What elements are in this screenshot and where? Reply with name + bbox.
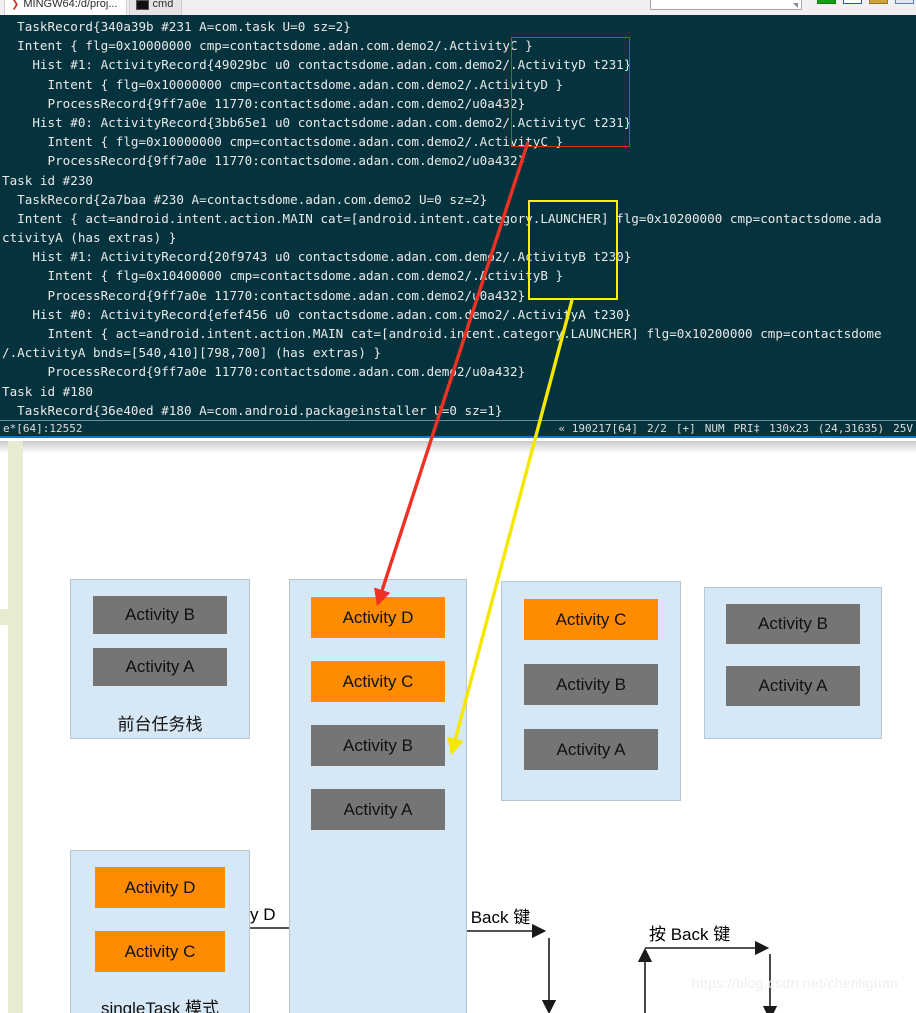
terminal-line: ProcessRecord{9ff7a0e 11770:contactsdome… (2, 153, 526, 169)
terminal-line: Hist #1: ActivityRecord{49029bc u0 conta… (2, 57, 632, 73)
terminal-output[interactable]: TaskRecord{340a39b #231 A=com.task U=0 s… (0, 15, 916, 429)
activity-label: Activity A (343, 799, 413, 819)
single-task-stack: Activity D Activity C singleTask 模式 (70, 850, 250, 1013)
terminal-line: Task id #230 (2, 172, 93, 188)
activity-label: Activity C (124, 941, 196, 961)
activity-box[interactable]: Activity B (93, 596, 227, 634)
activity-label: Activity B (343, 735, 413, 755)
activity-box[interactable]: Activity A (311, 789, 445, 830)
terminal-icon (135, 0, 149, 10)
maximize-button[interactable] (869, 0, 888, 4)
activity-label: Activity D (124, 877, 196, 897)
terminal-line: TaskRecord{36e40ed #180 A=com.android.pa… (2, 402, 503, 418)
terminal-line: Hist #0: ActivityRecord{3bb65e1 u0 conta… (2, 114, 632, 130)
terminal-line: Intent { flg=0x10000000 cmp=contactsdome… (2, 76, 564, 92)
status-pri: PRI‡ (733, 422, 761, 435)
terminal-line: TaskRecord{340a39b #231 A=com.task U=0 s… (2, 19, 351, 34)
window-titlebar: ❯ MINGW64:/d/proj... cmd (0, 0, 916, 15)
activity-box[interactable]: Activity D (95, 867, 225, 908)
terminal-line: Intent { act=android.intent.action.MAIN … (2, 326, 882, 341)
page-left-strip (8, 441, 23, 1013)
status-position: 2/2 (647, 422, 667, 435)
status-left: e*[64]:12552 (3, 422, 83, 435)
terminal-line: ProcessRecord{9ff7a0e 11770:contactsdome… (2, 287, 526, 303)
activity-label: Activity B (556, 674, 626, 694)
transition-label-back-2: 按 Back 键 (649, 925, 731, 944)
terminal-line: ProcessRecord{9ff7a0e 11770:contactsdome… (2, 364, 526, 380)
chevron-down-icon (793, 3, 798, 8)
tab-mingw64[interactable]: ❯ MINGW64:/d/proj... (4, 0, 127, 15)
minimize-button[interactable] (843, 0, 862, 4)
terminal-line: Intent { flg=0x10400000 cmp=contactsdome… (2, 268, 564, 284)
activity-label: Activity D (342, 607, 414, 627)
stack-after-launch-d: Activity D Activity C Activity B Activit… (289, 579, 467, 1013)
stack-after-second-back: Activity B Activity A (704, 587, 882, 739)
terminal-status-bar: e*[64]:12552 « 190217[64] 2/2 [+] NUM PR… (0, 420, 916, 438)
search-input[interactable] (650, 0, 802, 10)
activity-box[interactable]: Activity A (524, 729, 658, 770)
tab-strip: ❯ MINGW64:/d/proj... cmd (0, 0, 424, 15)
status-modified: [+] (675, 422, 696, 435)
watermark: https://blog.csdn.net/chenliguan (691, 975, 898, 991)
status-coords: (24,31635) (817, 422, 885, 435)
new-tab-button[interactable] (817, 0, 836, 4)
activity-label: Activity A (125, 657, 195, 676)
status-num: NUM (704, 422, 725, 435)
terminal-line: ProcessRecord{9ff7a0e 11770:contactsdome… (2, 95, 526, 111)
terminal-line: Intent { flg=0x10000000 cmp=contactsdome… (2, 134, 564, 150)
activity-box[interactable]: Activity D (311, 597, 445, 638)
diagram-top-shadow (0, 441, 916, 453)
terminal-line: /.ActivityA bnds=[540,410][798,700] (has… (2, 345, 382, 361)
stack-after-first-back: Activity C Activity B Activity A (501, 581, 681, 801)
stack-caption: singleTask 模式 (100, 999, 220, 1013)
activity-label: Activity A (758, 676, 828, 695)
activity-label: Activity A (556, 739, 626, 759)
tab-cmd[interactable]: cmd (128, 0, 183, 15)
foreground-task-stack: Activity B Activity A 前台任务栈 (70, 579, 250, 739)
terminal-line: Hist #0: ActivityRecord{efef456 u0 conta… (2, 306, 632, 322)
terminal-line: Task id #180 (2, 383, 93, 399)
close-button[interactable] (895, 0, 914, 4)
activity-label: Activity B (758, 614, 828, 633)
status-encoding: « 190217[64] (558, 422, 639, 435)
activity-box[interactable]: Activity B (524, 664, 658, 705)
activity-box[interactable]: Activity C (95, 931, 225, 972)
activity-box[interactable]: Activity A (93, 648, 227, 686)
window-buttons (817, 0, 914, 4)
status-percent: 25V (893, 422, 913, 435)
activity-stack-diagram: 启动 Activity D 按 Back 键 按 Back 键 (0, 441, 916, 1013)
terminal-line: ctivityA (has extras) } (2, 230, 177, 246)
activity-label: Activity B (125, 605, 195, 624)
activity-box[interactable]: Activity A (726, 666, 860, 706)
terminal-line: TaskRecord{2a7baa #230 A=contactsdome.ad… (2, 191, 488, 207)
terminal-line: Intent { act=android.intent.action.MAIN … (2, 210, 882, 226)
activity-label: Activity C (342, 671, 414, 691)
stack-caption: 前台任务栈 (117, 715, 203, 734)
tab-label: MINGW64:/d/proj... (23, 0, 118, 10)
activity-label: Activity C (555, 609, 627, 629)
activity-box[interactable]: Activity B (726, 604, 860, 644)
terminal-line: Intent { flg=0x10000000 cmp=contactsdome… (2, 38, 533, 54)
git-bash-icon: ❯ (11, 0, 20, 10)
tab-label: cmd (152, 0, 174, 10)
activity-box[interactable]: Activity C (524, 599, 658, 640)
page-left-strip-tab (0, 609, 11, 625)
status-size: 130x23 (769, 422, 809, 435)
activity-box[interactable]: Activity C (311, 661, 445, 702)
terminal-line: Hist #1: ActivityRecord{20f9743 u0 conta… (2, 249, 632, 265)
activity-box[interactable]: Activity B (311, 725, 445, 766)
